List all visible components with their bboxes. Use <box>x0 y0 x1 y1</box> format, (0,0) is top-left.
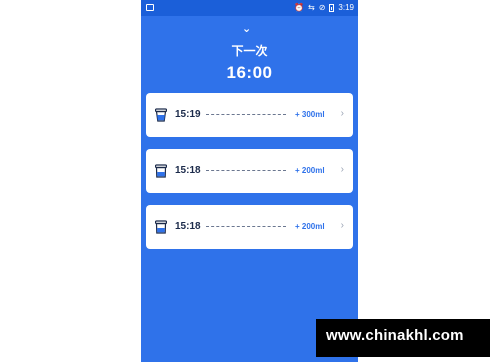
status-icons: ⏰ ⇆ ⊘ 3:19 <box>294 3 354 13</box>
chevron-right-icon: › <box>340 220 344 231</box>
phone-screen: ⏰ ⇆ ⊘ 3:19 ⌄ 下一次 16:00 15:19 + 300ml › 1… <box>141 0 358 362</box>
data-sync-icon: ⇆ <box>308 3 315 12</box>
no-sim-icon: ⊘ <box>318 3 326 12</box>
cup-icon <box>155 220 167 234</box>
record-amount: + 300ml <box>295 110 325 119</box>
record-time: 15:19 <box>175 109 201 120</box>
status-bar: ⏰ ⇆ ⊘ 3:19 <box>141 0 358 16</box>
chevron-right-icon: › <box>340 164 344 175</box>
drink-record-item[interactable]: 15:18 + 200ml › <box>146 149 353 193</box>
site-banner: www.chinakhl.com <box>316 319 490 357</box>
status-time: 3:19 <box>338 3 354 12</box>
record-time: 15:18 <box>175 221 201 232</box>
drink-record-item[interactable]: 15:18 + 200ml › <box>146 205 353 249</box>
chevron-down-icon[interactable]: ⌄ <box>242 22 251 35</box>
next-reminder-time[interactable]: 16:00 <box>141 63 358 83</box>
chevron-right-icon: › <box>340 108 344 119</box>
dashed-divider <box>206 170 286 171</box>
image-notification-icon <box>146 4 154 11</box>
drink-record-item[interactable]: 15:19 + 300ml › <box>146 93 353 137</box>
record-time: 15:18 <box>175 165 201 176</box>
cup-icon <box>155 108 167 122</box>
dashed-divider <box>206 114 286 115</box>
banner-url: www.chinakhl.com <box>326 327 464 344</box>
record-amount: + 200ml <box>295 222 325 231</box>
battery-icon <box>329 4 335 12</box>
next-reminder-label: 下一次 <box>231 44 268 58</box>
record-amount: + 200ml <box>295 166 325 175</box>
alarm-icon: ⏰ <box>294 3 305 12</box>
dashed-divider <box>206 226 286 227</box>
cup-icon <box>155 164 167 178</box>
